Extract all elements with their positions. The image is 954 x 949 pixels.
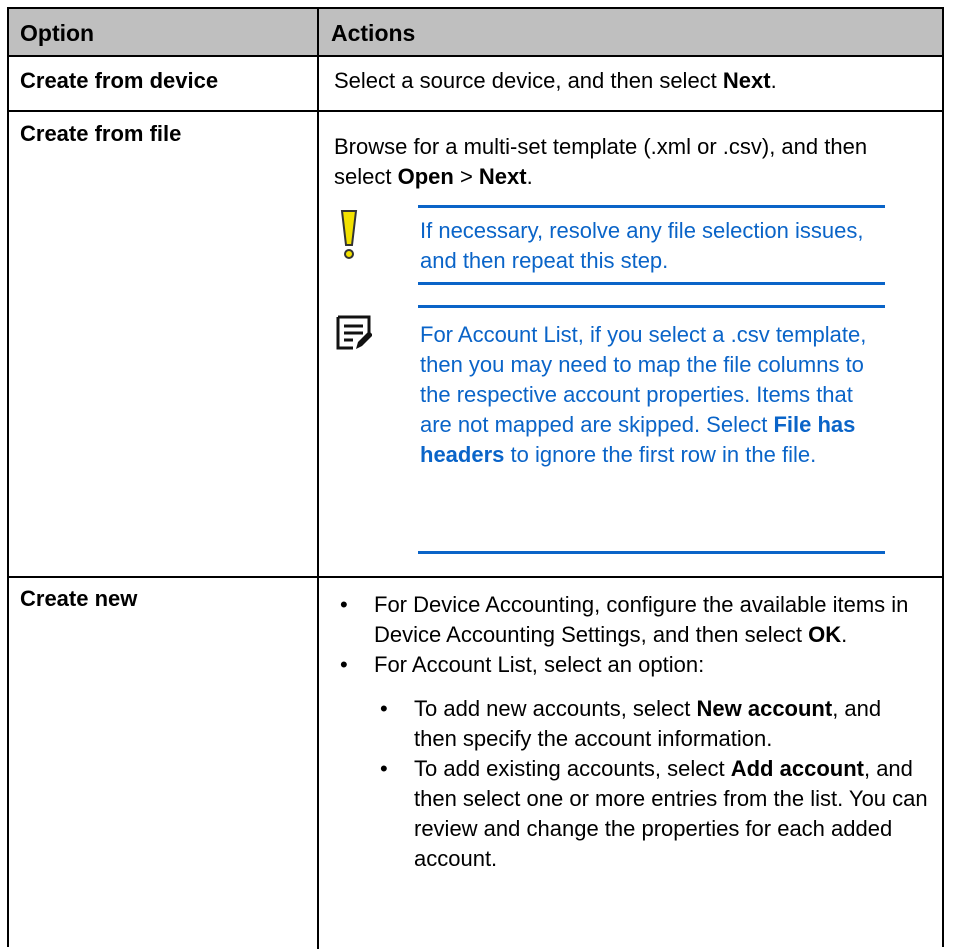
caution-block: If necessary, resolve any file selection… — [418, 205, 885, 285]
row-option-create-from-device: Create from device — [20, 68, 219, 93]
row-divider — [9, 110, 942, 112]
note-icon — [336, 315, 373, 356]
header-option: Option — [20, 20, 95, 46]
row-action-create-from-file: Browse for a multi-set template (.xml or… — [334, 134, 868, 189]
list-item: For Device Accounting, configure the ava… — [334, 590, 929, 650]
caution-icon — [340, 209, 358, 266]
row-option-create-from-file: Create from file — [20, 121, 182, 146]
row-divider — [9, 576, 942, 578]
note-block: For Account List, if you select a .csv t… — [418, 305, 885, 554]
row-option-create-new: Create new — [20, 586, 138, 611]
table-header: Option Actions — [9, 9, 942, 57]
list-item: For Account List, select an option: — [334, 650, 929, 680]
sub-list-item: To add existing accounts, select Add acc… — [374, 754, 929, 874]
column-divider — [317, 9, 319, 949]
row-action-create-from-device: Select a source device, and then select … — [334, 68, 777, 93]
header-actions: Actions — [331, 20, 416, 46]
options-table: Option Actions Create from device Select… — [7, 7, 944, 949]
caution-text: If necessary, resolve any file selection… — [420, 218, 864, 273]
row-action-create-new: For Device Accounting, configure the ava… — [334, 590, 929, 874]
sub-list-item: To add new accounts, select New account,… — [374, 694, 929, 754]
